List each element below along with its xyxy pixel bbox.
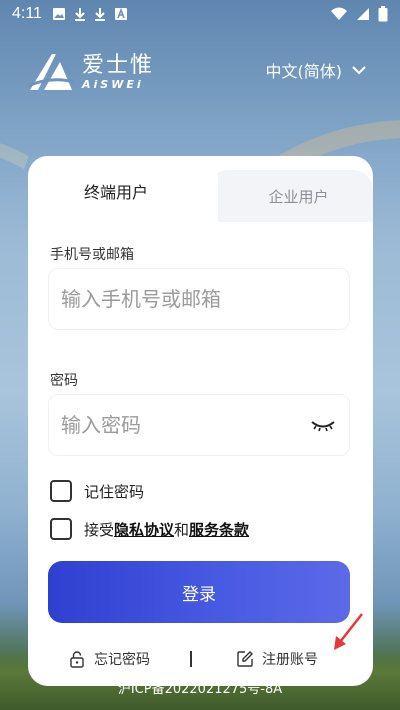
footer-links: 忘记密码 注册账号 (28, 646, 373, 672)
remember-checkbox[interactable] (50, 480, 72, 502)
download-icon (94, 8, 105, 21)
agreement-prefix: 接受 (84, 520, 115, 539)
agreement-row[interactable]: 接受 隐私协议 和 服务条款 (50, 518, 249, 540)
annotation-arrow-icon (334, 613, 363, 650)
user-type-tabs: 企业用户 终端用户 (28, 156, 373, 226)
brand-name-en: AiSWEi (82, 77, 144, 91)
login-button[interactable]: 登录 (48, 561, 350, 623)
tab-end-user[interactable]: 终端用户 (28, 156, 218, 226)
remember-password-row[interactable]: 记住密码 (50, 480, 144, 502)
icp-license: 沪ICP备2022021275号-8A (117, 682, 283, 697)
language-selector[interactable]: 中文(简体) (266, 58, 367, 82)
edit-icon (237, 651, 253, 667)
privacy-policy-link[interactable]: 隐私协议 (114, 519, 174, 540)
password-field[interactable] (48, 394, 350, 456)
signal-icon (357, 8, 369, 20)
login-card: 企业用户 终端用户 手机号或邮箱 密码 记住密码 接受 隐私协议 和 服务条款 … (28, 156, 373, 686)
register-account-link[interactable]: 注册账号 (236, 649, 318, 669)
status-left-icons (52, 7, 128, 21)
terms-of-service-link[interactable]: 服务条款 (189, 519, 249, 540)
a-icon (114, 7, 127, 20)
agreement-checkbox[interactable] (50, 518, 72, 540)
tab-label: 企业用户 (268, 187, 329, 206)
forgot-password-label: 忘记密码 (94, 652, 150, 668)
account-field[interactable] (48, 268, 350, 330)
download-icon (74, 8, 85, 21)
language-value: 中文(简体) (265, 62, 343, 81)
status-right-icons (330, 6, 388, 22)
chevron-down-icon (352, 65, 366, 74)
brand-logo: 爱士惟 AiSWEi (26, 50, 154, 94)
status-bar: 4:11 (0, 0, 400, 28)
eye-closed-icon[interactable] (309, 415, 337, 435)
brand-name-cn: 爱士惟 (82, 52, 155, 78)
wifi-icon (331, 7, 347, 20)
aiswei-sail-icon (27, 54, 75, 90)
status-time: 4:11 (12, 5, 42, 22)
password-label: 密码 (50, 373, 78, 389)
tab-label: 终端用户 (83, 183, 148, 202)
battery-icon (378, 6, 388, 22)
account-label: 手机号或邮箱 (50, 247, 134, 263)
agreement-and: 和 (174, 520, 190, 539)
remember-label: 记住密码 (84, 482, 145, 501)
account-input[interactable] (61, 287, 337, 311)
register-account-label: 注册账号 (262, 652, 318, 668)
forgot-password-link[interactable]: 忘记密码 (68, 649, 150, 669)
password-input[interactable] (61, 413, 309, 437)
image-icon (52, 8, 65, 20)
lock-icon (70, 651, 84, 668)
footer-divider (190, 651, 192, 667)
tab-enterprise-user[interactable]: 企业用户 (208, 170, 373, 222)
